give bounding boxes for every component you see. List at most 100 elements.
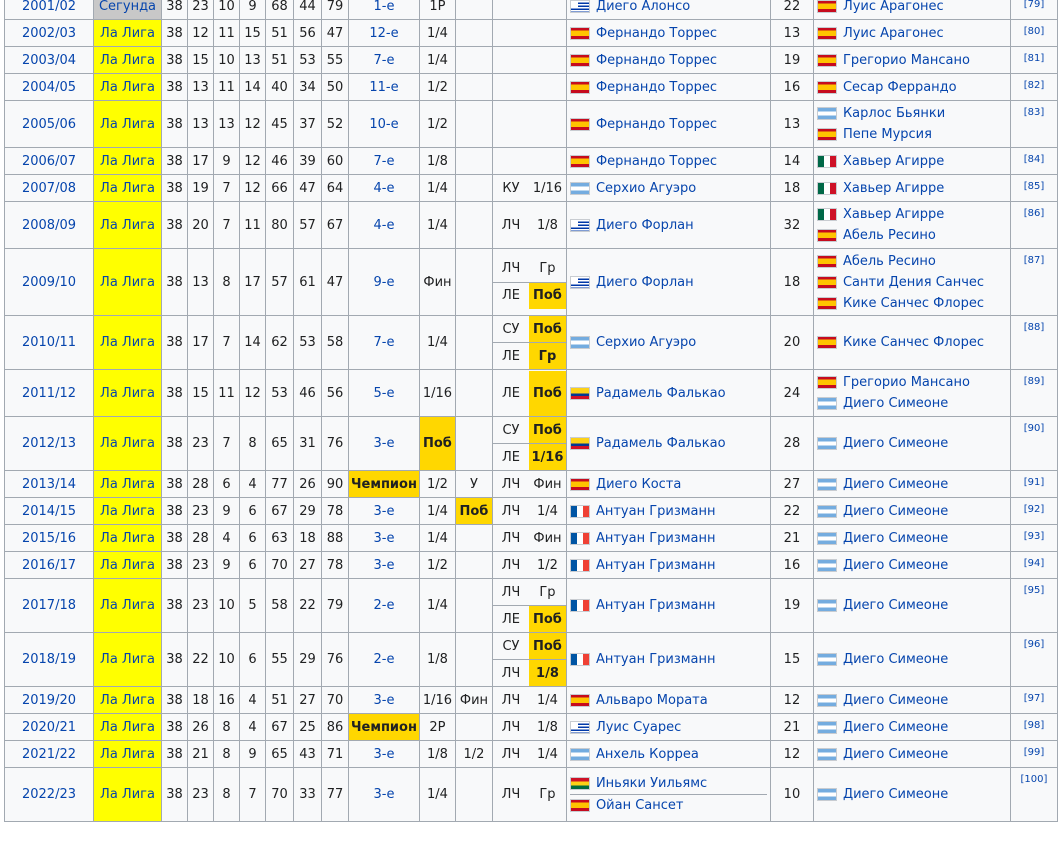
- position-link[interactable]: 9-е: [373, 275, 394, 290]
- scorer-link[interactable]: Альваро Мората: [596, 690, 708, 711]
- season-link[interactable]: 2010/11: [22, 335, 76, 350]
- position-link[interactable]: 7-е: [373, 154, 394, 169]
- scorer-link[interactable]: Радамель Фалькао: [596, 383, 726, 404]
- position-link[interactable]: 3-е: [373, 558, 394, 573]
- league-link[interactable]: Сегунда: [99, 0, 156, 14]
- scorer-link[interactable]: Антуан Гризманн: [596, 528, 716, 549]
- reference-link[interactable]: [92]: [1024, 504, 1045, 515]
- scorer-link[interactable]: Фернандо Торрес: [596, 114, 717, 135]
- league-link[interactable]: Ла Лига: [100, 218, 155, 233]
- season-link[interactable]: 2014/15: [22, 504, 76, 519]
- coach-link[interactable]: Диего Симеоне: [843, 528, 948, 549]
- coach-link[interactable]: Диего Симеоне: [843, 393, 948, 414]
- scorer-link[interactable]: Фернандо Торрес: [596, 50, 717, 71]
- position-link[interactable]: 3-е: [373, 787, 394, 802]
- season-link[interactable]: 2009/10: [22, 275, 76, 290]
- coach-link[interactable]: Диего Симеоне: [843, 595, 948, 616]
- scorer-link[interactable]: Анхель Корреа: [596, 744, 699, 765]
- league-link[interactable]: Ла Лига: [100, 652, 155, 667]
- position-link[interactable]: 5-е: [373, 386, 394, 401]
- coach-link[interactable]: Абель Ресино: [843, 225, 936, 246]
- scorer-link[interactable]: Антуан Гризманн: [596, 595, 716, 616]
- scorer-link[interactable]: Серхио Агуэро: [596, 178, 696, 199]
- scorer-link[interactable]: Фернандо Торрес: [596, 77, 717, 98]
- reference-link[interactable]: [100]: [1021, 774, 1048, 785]
- scorer-link[interactable]: Диего Форлан: [596, 215, 694, 236]
- league-link[interactable]: Ла Лига: [100, 787, 155, 802]
- league-link[interactable]: Ла Лига: [100, 335, 155, 350]
- scorer-link[interactable]: Фернандо Торрес: [596, 23, 717, 44]
- reference-link[interactable]: [83]: [1024, 107, 1045, 118]
- reference-link[interactable]: [86]: [1024, 208, 1045, 219]
- coach-link[interactable]: Пепе Мурсия: [843, 124, 932, 145]
- reference-link[interactable]: [79]: [1024, 0, 1045, 10]
- position-link[interactable]: 3-е: [373, 436, 394, 451]
- league-link[interactable]: Ла Лига: [100, 531, 155, 546]
- reference-link[interactable]: [81]: [1024, 53, 1045, 64]
- scorer-link[interactable]: Иньяки Уильямс: [596, 773, 707, 794]
- scorer-link[interactable]: Антуан Гризманн: [596, 649, 716, 670]
- position-link[interactable]: 11-е: [369, 80, 398, 95]
- coach-link[interactable]: Хавьер Агирре: [843, 178, 944, 199]
- league-link[interactable]: Ла Лига: [100, 386, 155, 401]
- position-link[interactable]: 1-е: [373, 0, 394, 14]
- coach-link[interactable]: Абель Ресино: [843, 251, 936, 272]
- scorer-link[interactable]: Фернандо Торрес: [596, 151, 717, 172]
- season-link[interactable]: 2020/21: [22, 720, 76, 735]
- season-link[interactable]: 2022/23: [22, 787, 76, 802]
- position-link[interactable]: 3-е: [373, 693, 394, 708]
- season-link[interactable]: 2016/17: [22, 558, 76, 573]
- position-link[interactable]: 3-е: [373, 747, 394, 762]
- coach-link[interactable]: Луис Арагонес: [843, 0, 944, 17]
- season-link[interactable]: 2018/19: [22, 652, 76, 667]
- season-link[interactable]: 2011/12: [22, 386, 76, 401]
- season-link[interactable]: 2021/22: [22, 747, 76, 762]
- reference-link[interactable]: [88]: [1024, 322, 1045, 333]
- season-link[interactable]: 2013/14: [22, 477, 76, 492]
- season-link[interactable]: 2001/02: [22, 0, 76, 14]
- league-link[interactable]: Ла Лига: [100, 154, 155, 169]
- position-link[interactable]: 3-е: [373, 504, 394, 519]
- scorer-link[interactable]: Антуан Гризманн: [596, 501, 716, 522]
- position-link[interactable]: 10-е: [369, 117, 398, 132]
- coach-link[interactable]: Карлос Бьянки: [843, 103, 945, 124]
- reference-link[interactable]: [94]: [1024, 558, 1045, 569]
- season-link[interactable]: 2017/18: [22, 598, 76, 613]
- reference-link[interactable]: [82]: [1024, 80, 1045, 91]
- league-link[interactable]: Ла Лига: [100, 477, 155, 492]
- reference-link[interactable]: [89]: [1024, 376, 1045, 387]
- season-link[interactable]: 2008/09: [22, 218, 76, 233]
- scorer-link[interactable]: Антуан Гризманн: [596, 555, 716, 576]
- reference-link[interactable]: [87]: [1024, 255, 1045, 266]
- season-link[interactable]: 2004/05: [22, 80, 76, 95]
- league-link[interactable]: Ла Лига: [100, 598, 155, 613]
- position-link[interactable]: 2-е: [373, 652, 394, 667]
- position-link[interactable]: 4-е: [373, 181, 394, 196]
- position-link[interactable]: 7-е: [373, 335, 394, 350]
- reference-link[interactable]: [97]: [1024, 693, 1045, 704]
- coach-link[interactable]: Диего Симеоне: [843, 784, 948, 805]
- position-link[interactable]: 12-е: [369, 26, 398, 41]
- league-link[interactable]: Ла Лига: [100, 504, 155, 519]
- coach-link[interactable]: Грегорио Мансано: [843, 372, 970, 393]
- scorer-link[interactable]: Серхио Агуэро: [596, 332, 696, 353]
- scorer-link[interactable]: Радамель Фалькао: [596, 433, 726, 454]
- position-link[interactable]: 2-е: [373, 598, 394, 613]
- season-link[interactable]: 2005/06: [22, 117, 76, 132]
- season-link[interactable]: 2006/07: [22, 154, 76, 169]
- league-link[interactable]: Ла Лига: [100, 26, 155, 41]
- coach-link[interactable]: Диего Симеоне: [843, 690, 948, 711]
- season-link[interactable]: 2012/13: [22, 436, 76, 451]
- position-link[interactable]: 7-е: [373, 53, 394, 68]
- league-link[interactable]: Ла Лига: [100, 53, 155, 68]
- reference-link[interactable]: [95]: [1024, 585, 1045, 596]
- season-link[interactable]: 2002/03: [22, 26, 76, 41]
- coach-link[interactable]: Хавьер Агирре: [843, 204, 944, 225]
- reference-link[interactable]: [99]: [1024, 747, 1045, 758]
- scorer-link[interactable]: Диего Коста: [596, 474, 681, 495]
- coach-link[interactable]: Луис Арагонес: [843, 23, 944, 44]
- reference-link[interactable]: [96]: [1024, 639, 1045, 650]
- coach-link[interactable]: Санти Дения Санчес: [843, 272, 984, 293]
- coach-link[interactable]: Кике Санчес Флорес: [843, 332, 984, 353]
- season-link[interactable]: 2015/16: [22, 531, 76, 546]
